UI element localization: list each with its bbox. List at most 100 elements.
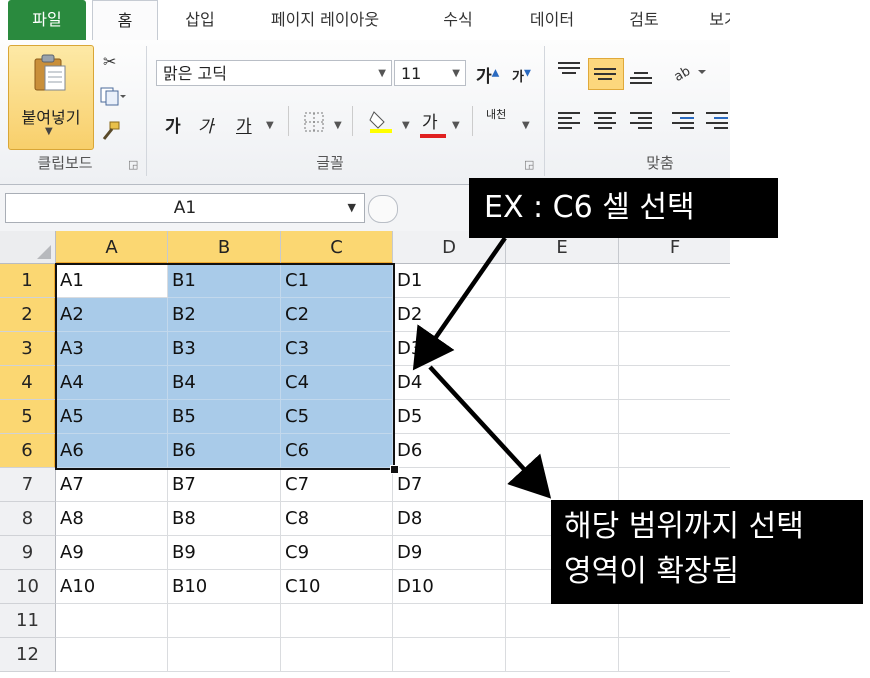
cell-e3[interactable] <box>506 332 619 366</box>
font-color-button[interactable]: 가 <box>422 108 438 133</box>
cell-d12[interactable] <box>393 638 506 672</box>
paste-button[interactable]: 붙여넣기 ▼ <box>8 45 94 150</box>
cell-e4[interactable] <box>506 366 619 400</box>
cell-b4[interactable]: B4 <box>168 366 281 400</box>
row-header-10[interactable]: 10 <box>0 570 56 604</box>
cell-e2[interactable] <box>506 298 619 332</box>
column-header-c[interactable]: C <box>281 231 393 264</box>
chevron-down-icon[interactable]: ▼ <box>334 120 342 131</box>
cell-a2[interactable]: A2 <box>56 298 168 332</box>
tab-review[interactable]: 검토 <box>612 0 676 40</box>
cell-c1[interactable]: C1 <box>281 264 393 298</box>
cell-b2[interactable]: B2 <box>168 298 281 332</box>
cell-e7[interactable] <box>506 468 619 502</box>
cell-e6[interactable] <box>506 434 619 468</box>
italic-button[interactable]: 가 <box>198 112 214 137</box>
fill-handle[interactable] <box>390 465 399 474</box>
cell-d10[interactable]: D10 <box>393 570 506 604</box>
cell-b7[interactable]: B7 <box>168 468 281 502</box>
row-header-2[interactable]: 2 <box>0 298 56 332</box>
cell-b11[interactable] <box>168 604 281 638</box>
cell-f1[interactable] <box>619 264 730 298</box>
cell-e5[interactable] <box>506 400 619 434</box>
cell-a5[interactable]: A5 <box>56 400 168 434</box>
cell-b1[interactable]: B1 <box>168 264 281 298</box>
cell-b9[interactable]: B9 <box>168 536 281 570</box>
row-header-7[interactable]: 7 <box>0 468 56 502</box>
cell-a10[interactable]: A10 <box>56 570 168 604</box>
cell-c11[interactable] <box>281 604 393 638</box>
cell-d4[interactable]: D4 <box>393 366 506 400</box>
cell-a12[interactable] <box>56 638 168 672</box>
cell-a3[interactable]: A3 <box>56 332 168 366</box>
align-top-icon[interactable] <box>558 62 580 77</box>
row-header-3[interactable]: 3 <box>0 332 56 366</box>
cell-a6[interactable]: A6 <box>56 434 168 468</box>
cell-e1[interactable] <box>506 264 619 298</box>
align-right-icon[interactable] <box>630 112 652 132</box>
cell-d6[interactable]: D6 <box>393 434 506 468</box>
cell-d7[interactable]: D7 <box>393 468 506 502</box>
phonetic-guide-button[interactable]: 내천 <box>486 106 506 122</box>
tab-formulas[interactable]: 수식 <box>426 0 490 40</box>
cell-c9[interactable]: C9 <box>281 536 393 570</box>
cell-c7[interactable]: C7 <box>281 468 393 502</box>
fill-color-icon[interactable] <box>368 108 394 138</box>
chevron-down-icon[interactable]: ▼ <box>452 120 460 131</box>
copy-icon[interactable] <box>100 86 126 110</box>
font-name-select[interactable]: 맑은 고딕 ▼ <box>156 60 392 86</box>
align-bottom-icon[interactable] <box>630 72 652 87</box>
row-header-11[interactable]: 11 <box>0 604 56 638</box>
row-header-6[interactable]: 6 <box>0 434 56 468</box>
cell-e12[interactable] <box>506 638 619 672</box>
dialog-launcher-icon[interactable]: ◲ <box>524 158 534 171</box>
chevron-down-icon[interactable]: ▼ <box>522 120 530 131</box>
cell-d1[interactable]: D1 <box>393 264 506 298</box>
tab-data[interactable]: 데이터 <box>512 0 592 40</box>
cell-b10[interactable]: B10 <box>168 570 281 604</box>
select-all-button[interactable] <box>0 231 56 264</box>
row-header-9[interactable]: 9 <box>0 536 56 570</box>
cell-b5[interactable]: B5 <box>168 400 281 434</box>
cell-f12[interactable] <box>619 638 730 672</box>
row-header-1[interactable]: 1 <box>0 264 56 298</box>
orientation-icon[interactable]: ab <box>672 62 710 86</box>
row-header-4[interactable]: 4 <box>0 366 56 400</box>
cell-c4[interactable]: C4 <box>281 366 393 400</box>
tab-insert[interactable]: 삽입 <box>168 0 232 40</box>
dialog-launcher-icon[interactable]: ◲ <box>128 158 138 171</box>
cell-b8[interactable]: B8 <box>168 502 281 536</box>
underline-button[interactable]: 가 <box>236 112 252 137</box>
cell-d9[interactable]: D9 <box>393 536 506 570</box>
cell-e11[interactable] <box>506 604 619 638</box>
grow-font-button[interactable]: 가▲ <box>476 62 499 87</box>
chevron-down-icon[interactable]: ▼ <box>266 120 274 131</box>
align-center-icon[interactable] <box>594 112 616 132</box>
cell-c12[interactable] <box>281 638 393 672</box>
chevron-down-icon[interactable]: ▼ <box>348 194 356 222</box>
cell-a4[interactable]: A4 <box>56 366 168 400</box>
cell-b3[interactable]: B3 <box>168 332 281 366</box>
formula-bar-splitter[interactable] <box>368 195 398 223</box>
font-size-select[interactable]: 11 ▼ <box>394 60 466 86</box>
row-header-5[interactable]: 5 <box>0 400 56 434</box>
cell-f6[interactable] <box>619 434 730 468</box>
cell-b6[interactable]: B6 <box>168 434 281 468</box>
column-header-a[interactable]: A <box>56 231 168 264</box>
cell-f4[interactable] <box>619 366 730 400</box>
cell-c8[interactable]: C8 <box>281 502 393 536</box>
cell-c6[interactable]: C6 <box>281 434 393 468</box>
cell-a7[interactable]: A7 <box>56 468 168 502</box>
cell-c5[interactable]: C5 <box>281 400 393 434</box>
bold-button[interactable]: 가 <box>165 112 181 137</box>
name-box[interactable]: A1 ▼ <box>5 193 365 223</box>
chevron-down-icon[interactable]: ▼ <box>402 120 410 131</box>
cell-d8[interactable]: D8 <box>393 502 506 536</box>
cell-a8[interactable]: A8 <box>56 502 168 536</box>
cut-icon[interactable]: ✂ <box>103 52 116 71</box>
cell-c10[interactable]: C10 <box>281 570 393 604</box>
cell-d3[interactable]: D3 <box>393 332 506 366</box>
cell-f7[interactable] <box>619 468 730 502</box>
cell-c2[interactable]: C2 <box>281 298 393 332</box>
cell-c3[interactable]: C3 <box>281 332 393 366</box>
